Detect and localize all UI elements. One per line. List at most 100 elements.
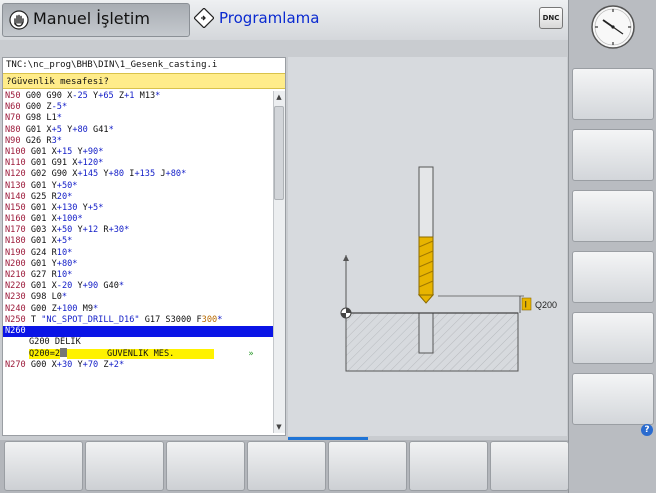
block-number: N150 [5, 202, 26, 213]
line-code: G03 X+50 Y+12 R+30* [25, 225, 130, 236]
block-number: N90 [5, 135, 21, 146]
vertical-softkey-2[interactable] [572, 129, 654, 181]
line-code: G00 X+30 Y+70 Z+2* [25, 359, 125, 370]
scroll-down-arrow-icon[interactable]: ▼ [274, 422, 284, 432]
dialog-prompt: ?Güvenlik mesafesi? [3, 73, 285, 89]
program-line[interactable]: N60 G00 Z-5* [3, 102, 273, 113]
program-line[interactable]: N240 G00 Z+100 M9* [3, 304, 273, 315]
vertical-softkey-6[interactable] [572, 373, 654, 425]
block-number: N120 [5, 169, 26, 180]
block-number: N130 [5, 180, 26, 191]
more-indicator-icon: » [248, 349, 254, 360]
block-number: N110 [5, 158, 26, 169]
program-line[interactable]: N220 G01 X-20 Y+90 G40* [3, 281, 273, 292]
scroll-up-arrow-icon[interactable]: ▲ [274, 92, 284, 102]
block-number: N270 [5, 359, 26, 370]
program-line[interactable]: N90 G26 R3* [3, 136, 273, 147]
tab-manual-label: Manuel İşletim [33, 9, 150, 28]
vertical-softkey-1[interactable] [572, 68, 654, 120]
block-number: N240 [5, 303, 26, 314]
block-number: N140 [5, 191, 26, 202]
softkey-6[interactable] [409, 441, 488, 491]
cycle-definition-line[interactable]: G200 DELIK [3, 337, 273, 348]
vertical-softkey-4[interactable] [572, 251, 654, 303]
program-line[interactable]: N50 G00 G90 X-25 Y+65 Z+1 M13* [3, 91, 273, 102]
block-number: N260 [5, 325, 26, 336]
parameter-input-line[interactable]: Q200=2 GUVENLIK MES. » [3, 348, 273, 360]
line-code: G98 L1* [20, 113, 62, 124]
line-code: G01 X+130 Y+5* [25, 202, 104, 213]
cycle-help-graphic: I Q200 [340, 166, 557, 372]
vertical-softkey-5[interactable] [572, 312, 654, 364]
programming-icon [193, 7, 215, 29]
tab-programming-label: Programlama [219, 9, 320, 27]
program-line[interactable]: N70 G98 L1* [3, 113, 273, 124]
block-number: N160 [5, 214, 26, 225]
line-code: G01 Y+80* [25, 258, 78, 269]
program-line[interactable]: N170 G03 X+50 Y+12 R+30* [3, 225, 273, 236]
program-line[interactable]: N200 G01 Y+80* [3, 259, 273, 270]
line-code: G01 X-20 Y+90 G40* [25, 281, 125, 292]
block-number: N200 [5, 258, 26, 269]
softkey-4[interactable] [247, 441, 326, 491]
parameter-input[interactable]: Q200=2 [29, 349, 61, 360]
line-code: G27 R10* [25, 270, 73, 280]
clock-icon [591, 5, 635, 49]
line-code: G01 X+5* [25, 236, 73, 247]
program-line[interactable]: N120 G02 G90 X+145 Y+80 I+135 J+80* [3, 169, 273, 180]
softkey-7[interactable] [490, 441, 569, 491]
line-code: G00 Z+100 M9* [25, 303, 99, 314]
text-cursor [60, 348, 68, 358]
program-line[interactable]: N190 G24 R10* [3, 248, 273, 259]
block-number: N50 [5, 91, 21, 101]
program-path: TNC:\nc_prog\BHB\DIN\1_Gesenk_casting.i [3, 58, 285, 72]
program-line[interactable]: N140 G25 R20* [3, 192, 273, 203]
help-icon[interactable]: ? [641, 424, 653, 436]
block-number: N170 [5, 225, 26, 236]
program-line[interactable]: N160 G01 X+100* [3, 214, 273, 225]
softkey-3[interactable] [166, 441, 245, 491]
block-number: N230 [5, 292, 26, 303]
program-line[interactable]: N150 G01 X+130 Y+5* [3, 203, 273, 214]
softkey-2[interactable] [85, 441, 164, 491]
scrollbar-thumb[interactable] [274, 106, 284, 200]
block-number: N220 [5, 281, 26, 292]
program-line[interactable]: N250 T "NC_SPOT_DRILL_D16" G17 S3000 F30… [3, 315, 273, 326]
line-code: G01 X+5 Y+80 G41* [20, 124, 114, 135]
cycle-text: G200 DELIK [29, 337, 81, 348]
vertical-softkey-3[interactable] [572, 190, 654, 242]
line-code: G00 G90 X-25 Y+65 Z+1 M13* [20, 91, 161, 101]
line-code: G00 Z-5* [20, 102, 68, 113]
block-number: N250 [5, 314, 26, 325]
line-code: G98 L0* [25, 292, 68, 303]
softkey-1[interactable] [4, 441, 83, 491]
help-graphic-panel: I Q200 [288, 57, 567, 436]
program-lines[interactable]: N50 G00 G90 X-25 Y+65 Z+1 M13* N60 G00 Z-… [3, 91, 273, 433]
line-code: G01 X+15 Y+90* [25, 146, 104, 157]
line-code: G01 X+100* [25, 214, 83, 225]
dnc-button[interactable]: DNC [539, 7, 563, 29]
parameter-label: GUVENLIK MES. [67, 349, 215, 360]
block-number: N190 [5, 247, 26, 258]
graphic-param-label: Q200 [535, 300, 557, 310]
block-number: N100 [5, 146, 26, 157]
softkey-5[interactable] [328, 441, 407, 491]
tab-manual-operation[interactable]: Manuel İşletim [2, 3, 190, 37]
tab-programming[interactable]: Programlama [192, 3, 412, 37]
active-program-line[interactable]: N260 [3, 325, 273, 338]
program-line[interactable]: N180 G01 X+5* [3, 236, 273, 247]
program-line[interactable]: N270 G00 X+30 Y+70 Z+2* [3, 360, 273, 371]
line-code: G26 R3* [20, 135, 62, 146]
program-line[interactable]: N80 G01 X+5 Y+80 G41* [3, 125, 273, 136]
line-code: G02 G90 X+145 Y+80 I+135 J+80* [25, 169, 187, 180]
program-line[interactable]: N210 G27 R10* [3, 270, 273, 281]
hand-icon [9, 10, 29, 30]
block-number: N80 [5, 124, 21, 135]
program-line[interactable]: N110 G01 G91 X+120* [3, 158, 273, 169]
block-number: N70 [5, 113, 21, 124]
program-line[interactable]: N100 G01 X+15 Y+90* [3, 147, 273, 158]
line-code: T "NC_SPOT_DRILL_D16" G17 S3000 F300* [25, 314, 223, 325]
program-line[interactable]: N130 G01 Y+50* [3, 181, 273, 192]
param-marker: I [525, 300, 528, 310]
program-line[interactable]: N230 G98 L0* [3, 292, 273, 303]
